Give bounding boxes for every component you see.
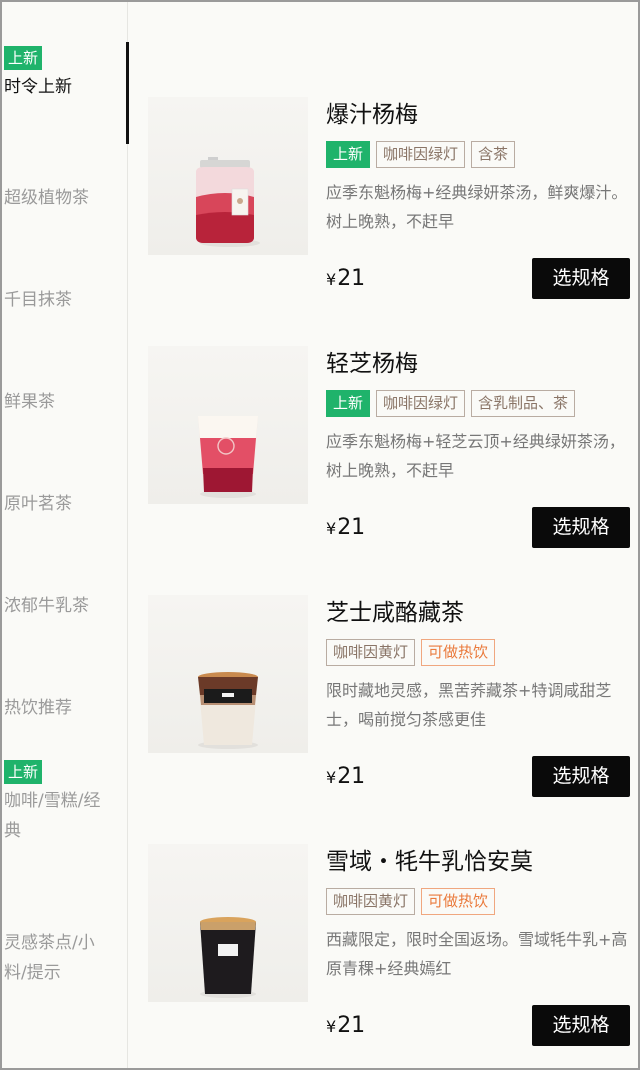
select-spec-button[interactable]: 选规格 [532,258,630,299]
category-item-milk-tea[interactable]: 浓郁牛乳茶 [4,591,124,621]
select-spec-button[interactable]: 选规格 [532,1005,630,1046]
new-badge: 上新 [4,46,43,70]
price-value: 21 [337,515,366,540]
product-description: 西藏限定，限时全国返场。雪域牦牛乳+高原青稞+经典嫣红 [326,930,628,978]
tag-hot: 可做热饮 [421,639,496,666]
menu-page: 上新 时令上新 超级植物茶 千目抹茶 鲜果茶 原叶茗茶 浓郁牛乳茶 热饮推荐 上… [0,0,640,1070]
tag-caffeine: 咖啡因黄灯 [326,639,416,666]
product-price: ¥21 [326,759,365,796]
product-name: 雪域・牦牛乳恰安莫 [326,849,533,875]
product-name: 芝士咸酪藏茶 [326,600,464,626]
product-price: ¥21 [326,510,365,547]
product-price: ¥21 [326,261,365,298]
category-item-hot-drinks[interactable]: 热饮推荐 [4,693,124,723]
price-value: 21 [337,266,366,291]
tag-ingredient: 含茶 [471,141,516,168]
category-label: 千目抹茶 [4,290,72,310]
tag-new: 上新 [326,141,371,168]
category-item-matcha[interactable]: 千目抹茶 [4,285,124,315]
select-spec-button[interactable]: 选规格 [532,756,630,797]
category-item-snacks[interactable]: 灵感茶点/小料/提示 [4,928,109,988]
category-label: 时令上新 [4,77,72,97]
product-price: ¥21 [326,1008,365,1045]
cup-drink-icon[interactable] [148,844,308,1002]
product-tags: 咖啡因黄灯 可做热饮 [326,888,632,916]
tag-caffeine: 咖啡因绿灯 [376,390,466,417]
category-item-seasonal[interactable]: 上新 时令上新 [4,46,124,102]
currency-symbol: ¥ [326,1017,337,1036]
category-label: 咖啡/雪糕/经典 [4,791,101,841]
category-item-fruit-tea[interactable]: 鲜果茶 [4,387,124,417]
category-sidebar[interactable]: 上新 时令上新 超级植物茶 千目抹茶 鲜果茶 原叶茗茶 浓郁牛乳茶 热饮推荐 上… [2,2,129,1068]
currency-symbol: ¥ [326,270,337,289]
category-item-leaf-tea[interactable]: 原叶茗茶 [4,489,124,519]
product-card[interactable]: 轻芝杨梅 上新 咖啡因绿灯 含乳制品、茶 应季东魁杨梅+轻芝云顶+经典绿妍茶汤，… [148,346,632,566]
tag-caffeine: 咖啡因绿灯 [376,141,466,168]
product-card[interactable]: 芝士咸酪藏茶 咖啡因黄灯 可做热饮 限时藏地灵感，黑苦荞藏茶+特调咸甜芝士，喝前… [148,595,632,815]
product-description: 应季东魁杨梅+经典绿妍茶汤，鲜爽爆汁。树上晚熟，不赶早 [326,183,628,231]
product-tags: 上新 咖啡因绿灯 含乳制品、茶 [326,390,632,418]
product-card[interactable]: 雪域・牦牛乳恰安莫 咖啡因黄灯 可做热饮 西藏限定，限时全国返场。雪域牦牛乳+高… [148,844,632,1064]
price-value: 21 [337,1013,366,1038]
category-label: 灵感茶点/小料/提示 [4,933,95,983]
currency-symbol: ¥ [326,519,337,538]
product-card[interactable]: 爆汁杨梅 上新 咖啡因绿灯 含茶 应季东魁杨梅+经典绿妍茶汤，鲜爽爆汁。树上晚熟… [148,97,632,317]
category-label: 原叶茗茶 [4,494,72,514]
product-tags: 上新 咖啡因绿灯 含茶 [326,141,632,169]
tag-new: 上新 [326,390,371,417]
category-item-plant-tea[interactable]: 超级植物茶 [4,183,124,213]
category-label: 浓郁牛乳茶 [4,596,89,616]
price-value: 21 [337,764,366,789]
category-item-coffee[interactable]: 上新 咖啡/雪糕/经典 [4,760,109,846]
tag-hot: 可做热饮 [421,888,496,915]
currency-symbol: ¥ [326,768,337,787]
product-name: 爆汁杨梅 [326,102,418,128]
product-tags: 咖啡因黄灯 可做热饮 [326,639,632,667]
product-name: 轻芝杨梅 [326,351,418,377]
active-category-indicator [126,42,129,144]
product-description: 限时藏地灵感，黑苦荞藏茶+特调咸甜芝士，喝前搅匀茶感更佳 [326,681,612,729]
category-label: 鲜果茶 [4,392,55,412]
cup-drink-icon[interactable] [148,595,308,753]
tag-caffeine: 咖啡因黄灯 [326,888,416,915]
new-badge: 上新 [4,760,43,784]
tag-ingredient: 含乳制品、茶 [471,390,576,417]
category-label: 热饮推荐 [4,698,72,718]
bottle-drink-icon[interactable] [148,97,308,255]
select-spec-button[interactable]: 选规格 [532,507,630,548]
category-label: 超级植物茶 [4,188,89,208]
cup-drink-icon[interactable] [148,346,308,504]
product-description: 应季东魁杨梅+轻芝云顶+经典绿妍茶汤，树上晚熟，不赶早 [326,432,625,480]
